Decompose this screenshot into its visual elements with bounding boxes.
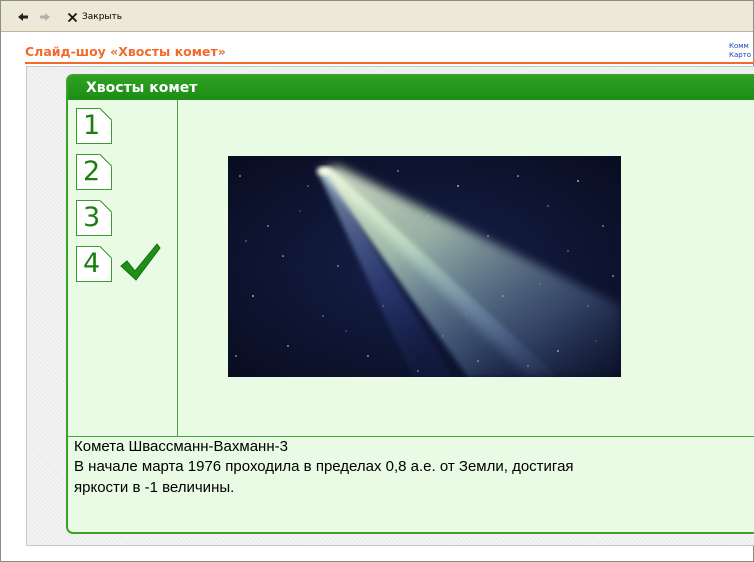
- close-button-label: Закрыть: [82, 12, 123, 22]
- close-button[interactable]: Закрыть: [67, 9, 122, 25]
- caption-text-line-2: яркости в -1 величины.: [74, 479, 235, 496]
- close-icon: [67, 12, 78, 22]
- title-divider: [25, 62, 754, 64]
- side-links: Комм Карто: [729, 42, 753, 60]
- page-fold-icon: [99, 108, 112, 121]
- slide-caption: Комета Швассманн-Вахманн-3 В начале март…: [68, 436, 754, 532]
- slide-title: Хвосты комет: [86, 80, 198, 96]
- slide-header: Хвосты комет: [68, 76, 754, 100]
- page-fold-icon: [99, 200, 112, 213]
- slide-number-button-3[interactable]: 3: [76, 200, 114, 236]
- comet-image: [228, 156, 621, 377]
- back-button[interactable]: [17, 9, 31, 25]
- page-title: Слайд-шоу «Хвосты комет»: [25, 44, 226, 59]
- arrow-left-icon: [18, 13, 28, 21]
- page-header: Слайд-шоу «Хвосты комет» Комм Карто: [1, 32, 754, 66]
- slide-number-button-1[interactable]: 1: [76, 108, 114, 144]
- comet-photo: [228, 156, 621, 377]
- page-fold-icon: [99, 154, 112, 167]
- side-link-comments[interactable]: Комм: [729, 42, 753, 51]
- toolbar: Закрыть: [1, 1, 753, 32]
- slide-image-area: [177, 100, 754, 436]
- slide-navigation: 1 2 3 4: [68, 100, 178, 436]
- caption-title: Комета Швассманн-Вахманн-3: [74, 438, 288, 455]
- slide-number-button-4[interactable]: 4: [76, 246, 114, 282]
- slide-number-button-2[interactable]: 2: [76, 154, 114, 190]
- forward-button[interactable]: [39, 9, 53, 25]
- arrow-right-icon: [40, 13, 50, 21]
- slide-panel: Хвосты комет 1 2 3 4 Комета Швассманн-Ва…: [66, 74, 754, 534]
- checkmark-icon: [120, 243, 161, 281]
- side-link-cards[interactable]: Карто: [729, 51, 753, 60]
- page-fold-icon: [99, 246, 112, 259]
- caption-text-line-1: В начале марта 1976 проходила в пределах…: [74, 458, 574, 475]
